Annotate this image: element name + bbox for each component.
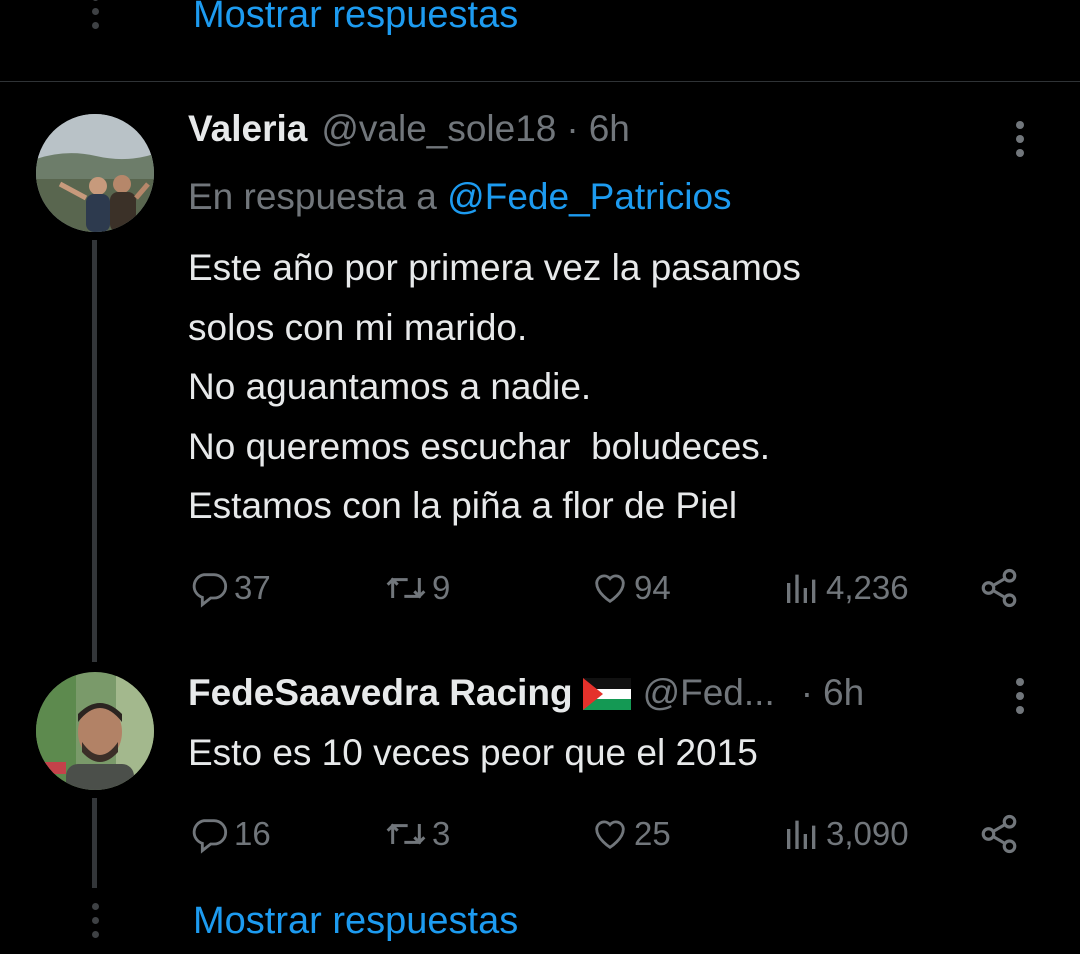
timestamp[interactable]: 6h	[589, 108, 630, 150]
handle[interactable]: @vale_sole18	[321, 108, 556, 150]
like-count: 94	[634, 569, 671, 606]
tweet-header: FedeSaavedra Racing @Fed... · 6h	[188, 672, 864, 714]
retweet-icon	[386, 823, 426, 845]
views-button[interactable]: 3,090	[782, 814, 909, 854]
tweet-text: Este año por primera vez la pasamos solo…	[188, 247, 801, 526]
thread-dots-bottom	[92, 903, 100, 945]
share-button[interactable]	[978, 567, 1024, 609]
thread-line-bottom	[92, 798, 97, 888]
display-name[interactable]: Valeria	[188, 108, 307, 150]
retweet-button[interactable]: 9	[384, 568, 450, 608]
separator-dot: ·	[800, 672, 814, 713]
reply-button[interactable]: 16	[188, 814, 271, 854]
views-icon	[787, 574, 816, 603]
share-icon	[981, 568, 1017, 608]
retweet-count: 3	[432, 815, 451, 852]
show-replies-link-top[interactable]: Mostrar respuestas	[193, 0, 518, 37]
thread-dots-top	[92, 0, 100, 36]
display-name[interactable]: FedeSaavedra Racing	[188, 672, 573, 714]
more-options-icon[interactable]	[1016, 121, 1026, 163]
reply-icon	[192, 819, 227, 854]
reply-button[interactable]: 37	[188, 568, 271, 608]
view-count: 3,090	[826, 815, 909, 852]
share-button[interactable]	[978, 813, 1024, 855]
reply-to-mention-link[interactable]: @Fede_Patricios	[447, 176, 731, 217]
heart-icon	[595, 574, 625, 604]
views-icon	[787, 820, 816, 849]
handle[interactable]: @Fed...	[643, 672, 775, 714]
separator-dot: ·	[566, 108, 579, 149]
heart-icon	[595, 820, 625, 850]
view-count: 4,236	[826, 569, 909, 606]
tweet-header: Valeria @vale_sole18 · 6h	[188, 108, 630, 150]
reply-prefix: En respuesta a	[188, 176, 437, 217]
show-replies-link-bottom[interactable]: Mostrar respuestas	[193, 900, 518, 943]
retweet-icon	[386, 577, 426, 599]
thread-line	[92, 240, 97, 662]
tweet-text: Esto es 10 veces peor que el 2015	[188, 732, 758, 773]
palestine-flag-icon	[582, 677, 631, 710]
reply-count: 37	[234, 569, 271, 606]
more-options-icon[interactable]	[1016, 678, 1026, 720]
divider	[0, 81, 1080, 82]
reply-context: En respuesta a @Fede_Patricios	[188, 176, 732, 218]
share-icon	[981, 814, 1017, 854]
views-button[interactable]: 4,236	[782, 568, 909, 608]
reply-icon	[192, 573, 227, 608]
retweet-button[interactable]: 3	[384, 814, 450, 854]
avatar-valeria[interactable]	[36, 114, 154, 232]
timestamp[interactable]: 6h	[823, 672, 864, 714]
reply-count: 16	[234, 815, 271, 852]
avatar-fedesaavedra[interactable]	[36, 672, 154, 790]
like-button[interactable]: 25	[590, 814, 671, 854]
retweet-count: 9	[432, 569, 451, 606]
like-button[interactable]: 94	[590, 568, 671, 608]
like-count: 25	[634, 815, 671, 852]
